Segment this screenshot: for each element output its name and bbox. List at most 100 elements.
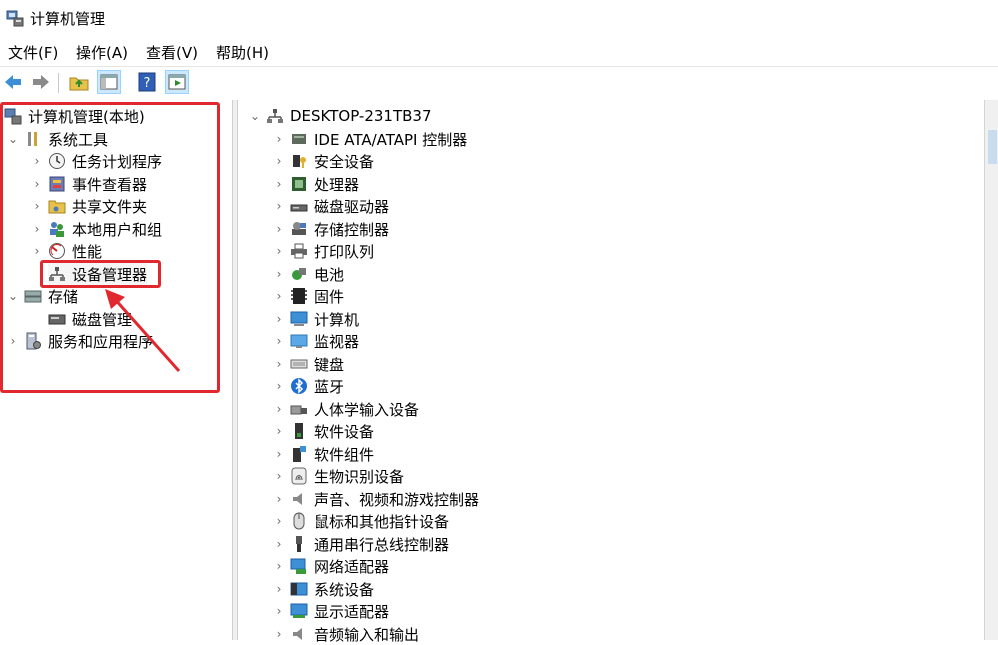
chevron-right-icon[interactable]: ›: [272, 514, 286, 528]
device-tree-pane: ⌄ DESKTOP-231TB37 › IDE ATA/ATAPI 控制器 › …: [238, 100, 984, 644]
back-icon[interactable]: [2, 71, 24, 93]
computer-network-icon: [267, 109, 283, 123]
device-category[interactable]: › 电池: [272, 263, 344, 285]
menu-bar: 文件(F) 操作(A) 查看(V) 帮助(H): [0, 38, 998, 64]
printer-icon: [291, 243, 307, 259]
chevron-right-icon[interactable]: ›: [272, 469, 286, 483]
chevron-right-icon[interactable]: ›: [272, 582, 286, 596]
annotation-arrow-icon: [105, 289, 181, 372]
device-category-label: 固件: [314, 287, 345, 306]
display-adapter-icon: [290, 603, 308, 618]
title-bar: 计算机管理: [0, 0, 998, 36]
system-device-icon: [290, 582, 308, 596]
device-category[interactable]: › 网络适配器: [272, 555, 389, 577]
vertical-scrollbar[interactable]: [984, 100, 998, 640]
device-category[interactable]: › 通用串行总线控制器: [272, 533, 449, 555]
scrollbar-thumb[interactable]: [988, 130, 997, 164]
bluetooth-icon: [291, 378, 307, 394]
device-category-label: 安全设备: [314, 152, 375, 171]
device-category[interactable]: › IDE ATA/ATAPI 控制器: [272, 128, 468, 150]
device-category-label: 软件组件: [314, 445, 375, 464]
chevron-right-icon[interactable]: ›: [272, 627, 286, 641]
device-category-label: 处理器: [314, 175, 360, 194]
device-category-label: 打印队列: [314, 242, 375, 261]
device-category-label: 电池: [314, 265, 345, 284]
device-category-label: 音频输入和输出: [314, 625, 420, 644]
monitor-icon: [290, 334, 308, 348]
device-category[interactable]: › 键盘: [272, 353, 344, 375]
device-category-label: IDE ATA/ATAPI 控制器: [314, 130, 468, 149]
chevron-right-icon[interactable]: ›: [272, 537, 286, 551]
device-category-label: 计算机: [314, 310, 360, 329]
device-category[interactable]: › 蓝牙: [272, 375, 344, 397]
network-adapter-icon: [290, 558, 306, 574]
chevron-right-icon[interactable]: ›: [272, 424, 286, 438]
chevron-right-icon[interactable]: ›: [272, 492, 286, 506]
device-category-label: 显示适配器: [314, 602, 390, 621]
chevron-right-icon[interactable]: ›: [272, 402, 286, 416]
chevron-down-icon[interactable]: ⌄: [248, 109, 262, 123]
device-category[interactable]: › 显示适配器: [272, 600, 389, 622]
device-category[interactable]: › 声音、视频和游戏控制器: [272, 488, 479, 510]
menu-file[interactable]: 文件(F): [8, 42, 58, 63]
chevron-right-icon[interactable]: ›: [272, 244, 286, 258]
device-category-label: 监视器: [314, 332, 360, 351]
toolbar-separator: [58, 73, 59, 93]
computer-name: DESKTOP-231TB37: [290, 107, 432, 125]
show-hide-action-pane-icon[interactable]: [165, 70, 189, 94]
processor-icon: [292, 177, 306, 191]
device-category[interactable]: › 处理器: [272, 173, 359, 195]
device-category[interactable]: › 磁盘驱动器: [272, 195, 389, 217]
forward-icon[interactable]: [30, 71, 52, 93]
window-title: 计算机管理: [30, 10, 106, 28]
usb-icon: [296, 536, 302, 552]
computer-icon: [290, 311, 308, 326]
device-category[interactable]: › 存储控制器: [272, 218, 389, 240]
device-category-label: 鼠标和其他指针设备: [314, 512, 450, 531]
device-category-label: 磁盘驱动器: [314, 197, 390, 216]
device-category[interactable]: › 软件设备: [272, 420, 374, 442]
chevron-right-icon[interactable]: ›: [272, 312, 286, 326]
chevron-right-icon[interactable]: ›: [272, 334, 286, 348]
menu-help[interactable]: 帮助(H): [216, 42, 269, 63]
chevron-right-icon[interactable]: ›: [272, 447, 286, 461]
chevron-right-icon[interactable]: ›: [272, 132, 286, 146]
device-category-label: 人体学输入设备: [314, 400, 420, 419]
device-category[interactable]: › 鼠标和其他指针设备: [272, 510, 449, 532]
device-category-label: 生物识别设备: [314, 467, 405, 486]
device-category[interactable]: › 安全设备: [272, 150, 374, 172]
device-category[interactable]: › 打印队列: [272, 240, 374, 262]
help-icon[interactable]: ?: [136, 71, 158, 93]
chevron-right-icon[interactable]: ›: [272, 604, 286, 618]
annotation-box-device-manager: [40, 260, 161, 288]
chevron-right-icon[interactable]: ›: [272, 222, 286, 236]
device-tree-root[interactable]: ⌄ DESKTOP-231TB37: [248, 105, 432, 127]
device-category[interactable]: › 软件组件: [272, 443, 374, 465]
device-category[interactable]: › 系统设备: [272, 578, 374, 600]
device-category-label: 键盘: [314, 355, 345, 374]
chevron-right-icon[interactable]: ›: [272, 289, 286, 303]
chevron-right-icon[interactable]: ›: [272, 154, 286, 168]
device-category[interactable]: › 监视器: [272, 330, 359, 352]
show-hide-console-tree-icon[interactable]: [97, 70, 121, 94]
folder-up-icon[interactable]: [68, 71, 90, 93]
device-category[interactable]: › 人体学输入设备: [272, 398, 419, 420]
menu-action[interactable]: 操作(A): [76, 42, 128, 63]
chevron-right-icon[interactable]: ›: [272, 379, 286, 393]
firmware-icon: [291, 288, 307, 304]
audio-io-icon: [293, 628, 302, 640]
computer-management-icon: [6, 10, 24, 27]
hid-icon: [290, 405, 307, 415]
chevron-right-icon[interactable]: ›: [272, 199, 286, 213]
device-category-label: 软件设备: [314, 422, 375, 441]
chevron-right-icon[interactable]: ›: [272, 559, 286, 573]
device-category[interactable]: › 音频输入和输出: [272, 623, 419, 645]
device-category[interactable]: › 计算机: [272, 308, 359, 330]
menu-view[interactable]: 查看(V): [146, 42, 198, 63]
device-category[interactable]: › 固件: [272, 285, 344, 307]
device-category-label: 通用串行总线控制器: [314, 535, 450, 554]
device-category[interactable]: › 生物识别设备: [272, 465, 404, 487]
chevron-right-icon[interactable]: ›: [272, 267, 286, 281]
chevron-right-icon[interactable]: ›: [272, 357, 286, 371]
chevron-right-icon[interactable]: ›: [272, 177, 286, 191]
